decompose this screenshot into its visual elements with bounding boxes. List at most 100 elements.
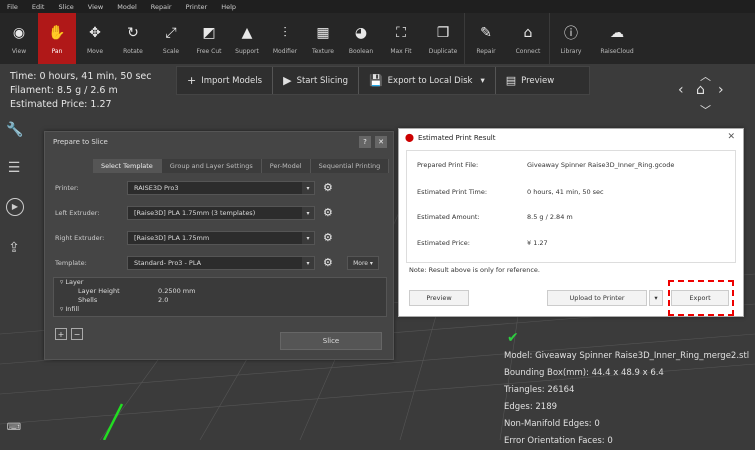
play-icon: ▶ [283, 74, 292, 87]
start-slicing-button[interactable]: ▶ Start Slicing [272, 67, 358, 94]
upload-to-printer-button[interactable]: Upload to Printer [547, 290, 647, 306]
tab-sequential-printing[interactable]: Sequential Printing [310, 159, 390, 173]
amount-value: 8.5 g / 2.84 m [527, 213, 573, 221]
alert-icon: ⬤ [405, 133, 414, 142]
chevron-down-icon: ▾ [302, 182, 314, 194]
remove-icon[interactable]: − [71, 328, 83, 340]
preview-button[interactable]: ▤ Preview [494, 67, 565, 94]
chevron-down-icon: ▾ [302, 207, 314, 219]
rotate-icon: ↻ [127, 25, 139, 41]
upload-icon[interactable]: ⇪ [6, 240, 22, 256]
tool-move[interactable]: ✥ Move [76, 13, 114, 64]
menu-printer[interactable]: Printer [179, 3, 215, 11]
tab-select-template[interactable]: Select Template [93, 159, 162, 173]
tool-rotate[interactable]: ↻ Rotate [114, 13, 152, 64]
menu-model[interactable]: Model [110, 3, 144, 11]
upload-dropdown-chevron[interactable]: ▾ [649, 290, 663, 306]
preview-icon: ▤ [505, 74, 517, 87]
scale-icon: ⤢ [165, 25, 177, 41]
result-box: Prepared Print File: Giveaway Spinner Ra… [406, 150, 736, 263]
tool-scale[interactable]: ⤢ Scale [152, 13, 190, 64]
view-navigator: ︿ ‹ ⌂ › ﹀ [676, 68, 736, 118]
parameter-tree[interactable]: ▿ Layer Layer Height 0.2500 mm Shells 2.0 … [53, 277, 387, 317]
tool-boolean[interactable]: ◕ Boolean [342, 13, 380, 64]
boolean-icon: ◕ [354, 25, 368, 41]
gear-icon[interactable]: ⚙ [323, 207, 335, 219]
menu-repair[interactable]: Repair [144, 3, 179, 11]
tool-modifier[interactable]: ⫶ Modifier [266, 13, 304, 64]
modifier-icon: ⫶ [283, 25, 287, 41]
tree-shells: Shells 2.0 [78, 296, 169, 304]
home-icon[interactable]: ⌂ [696, 82, 705, 98]
wrench-icon[interactable]: 🔧 [6, 122, 23, 138]
move-icon: ✥ [89, 25, 101, 41]
tool-duplicate[interactable]: ❐ Duplicate [422, 13, 464, 64]
print-time: Time: 0 hours, 41 min, 50 sec [10, 71, 152, 82]
support-icon: ▲ [241, 25, 253, 41]
filament-usage: Filament: 8.5 g / 2.6 m [10, 85, 118, 96]
tool-connect[interactable]: ⌂ Connect [507, 13, 549, 64]
keyboard-icon[interactable]: ⌨ [6, 422, 22, 438]
printer-select[interactable]: RAISE3D Pro3 ▾ [127, 181, 315, 195]
print-file-value: Giveaway Spinner Raise3D_Inner_Ring.gcod… [527, 161, 675, 169]
tool-pan[interactable]: ✋ Pan [38, 13, 76, 64]
menu-edit[interactable]: Edit [25, 3, 52, 11]
menu-view[interactable]: View [81, 3, 110, 11]
tool-texture[interactable]: ▦ Texture [304, 13, 342, 64]
close-button[interactable]: ✕ [375, 136, 387, 148]
menu-bar: File Edit Slice View Model Repair Printe… [0, 0, 755, 13]
hand-icon: ✋ [48, 25, 66, 41]
eye-icon: ◉ [12, 25, 26, 41]
play-circle-icon[interactable]: ▶ [6, 198, 24, 216]
template-select[interactable]: Standard- Pro3 - PLA ▾ [127, 256, 315, 270]
preview-result-button[interactable]: Preview [409, 290, 469, 306]
library-icon: ⓘ [564, 26, 578, 42]
tree-infill[interactable]: ▿ Infill [54, 305, 386, 314]
gear-icon[interactable]: ⚙ [323, 232, 335, 244]
tool-library[interactable]: ⓘ Library [549, 13, 592, 64]
list-icon[interactable]: ☰ [6, 160, 22, 176]
chevron-down-icon[interactable]: ﹀ [700, 102, 711, 118]
close-icon[interactable]: ✕ [727, 132, 735, 142]
tool-view[interactable]: ◉ View [0, 13, 38, 64]
help-button[interactable]: ? [359, 136, 371, 148]
printer-row: Printer: RAISE3D Pro3 ▾ ⚙ [51, 179, 387, 197]
tab-per-model[interactable]: Per-Model [261, 159, 311, 173]
chevron-right-icon[interactable]: › [718, 82, 724, 98]
slice-button[interactable]: Slice [280, 332, 382, 350]
tool-free-cut[interactable]: ◩ Free Cut [190, 13, 228, 64]
menu-help[interactable]: Help [214, 3, 243, 11]
left-sidebar: 🔧 ☰ ▶ ⇪ ⌨ [0, 110, 26, 440]
gear-icon[interactable]: ⚙ [323, 257, 335, 269]
tree-layer[interactable]: ▿ Layer [54, 278, 386, 287]
right-extruder-select[interactable]: [Raise3D] PLA 1.75mm ▾ [127, 231, 315, 245]
dialog-title: Prepare to Slice [53, 138, 108, 146]
cloud-icon: ☁ [610, 25, 624, 41]
price-value: ¥ 1.27 [527, 239, 548, 247]
tool-max-fit[interactable]: ⛶ Max Fit [380, 13, 422, 64]
main-toolbar: ◉ View ✋ Pan ✥ Move ↻ Rotate ⤢ Scale ◩ Free Cu… [0, 13, 755, 64]
menu-file[interactable]: File [0, 3, 25, 11]
prepare-to-slice-dialog: Prepare to Slice ? ✕ Select Template Gro… [44, 131, 394, 360]
tool-repair[interactable]: ✎ Repair [464, 13, 507, 64]
add-icon[interactable]: + [55, 328, 67, 340]
more-button[interactable]: More ▾ [347, 256, 379, 270]
tool-raisecloud[interactable]: ☁ RaiseCloud [592, 13, 642, 64]
left-extruder-row: Left Extruder: [Raise3D] PLA 1.75mm (3 t… [51, 204, 387, 222]
template-row: Template: Standard- Pro3 - PLA ▾ ⚙ More ▾ [51, 254, 387, 272]
chevron-left-icon[interactable]: ‹ [678, 82, 684, 98]
import-models-button[interactable]: + Import Models [177, 67, 272, 94]
export-local-disk-button[interactable]: 💾 Export to Local Disk ▾ [357, 67, 495, 94]
reference-note: Note: Result above is only for reference… [409, 266, 540, 274]
dialog-header: ⬤ Estimated Print Result [405, 133, 496, 142]
chevron-down-icon: ▾ [302, 232, 314, 244]
tool-support[interactable]: ▲ Support [228, 13, 266, 64]
repair-icon: ✎ [480, 25, 492, 41]
left-extruder-select[interactable]: [Raise3D] PLA 1.75mm (3 templates) ▾ [127, 206, 315, 220]
action-bar: + Import Models ▶ Start Slicing 💾 Export to… [176, 66, 590, 95]
duplicate-icon: ❐ [436, 25, 450, 41]
tab-group-layer-settings[interactable]: Group and Layer Settings [161, 159, 262, 173]
save-icon: 💾 [368, 74, 383, 87]
menu-slice[interactable]: Slice [51, 3, 80, 11]
gear-icon[interactable]: ⚙ [323, 182, 335, 194]
